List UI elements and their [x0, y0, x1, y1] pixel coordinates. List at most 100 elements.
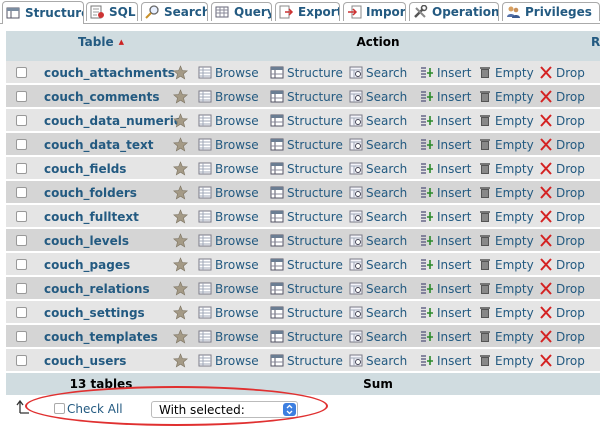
browse-action[interactable]: Browse	[198, 349, 259, 372]
insert-action[interactable]: Insert	[420, 61, 471, 84]
structure-action[interactable]: Structure	[270, 205, 343, 228]
row-checkbox[interactable]	[16, 187, 27, 198]
insert-action[interactable]: Insert	[420, 157, 471, 180]
browse-action[interactable]: Browse	[198, 181, 259, 204]
empty-action[interactable]: Empty	[478, 205, 534, 228]
favorite-star-icon[interactable]	[173, 253, 188, 276]
favorite-star-icon[interactable]	[173, 157, 188, 180]
table-name-link[interactable]: couch_data_text	[44, 138, 153, 152]
favorite-star-icon[interactable]	[173, 301, 188, 324]
structure-action[interactable]: Structure	[270, 349, 343, 372]
empty-action[interactable]: Empty	[478, 325, 534, 348]
structure-action[interactable]: Structure	[270, 229, 343, 252]
tab-sql[interactable]: SQL	[86, 2, 138, 21]
drop-action[interactable]: Drop	[539, 205, 585, 228]
search-action[interactable]: Search	[349, 349, 407, 372]
insert-action[interactable]: Insert	[420, 205, 471, 228]
row-checkbox[interactable]	[16, 91, 27, 102]
favorite-star-icon[interactable]	[173, 325, 188, 348]
favorite-star-icon[interactable]	[173, 133, 188, 156]
insert-action[interactable]: Insert	[420, 229, 471, 252]
favorite-star-icon[interactable]	[173, 109, 188, 132]
insert-action[interactable]: Insert	[420, 253, 471, 276]
drop-action[interactable]: Drop	[539, 133, 585, 156]
favorite-star-icon[interactable]	[173, 229, 188, 252]
table-header-label[interactable]: Table	[78, 35, 114, 49]
structure-action[interactable]: Structure	[270, 109, 343, 132]
insert-action[interactable]: Insert	[420, 325, 471, 348]
table-name-link[interactable]: couch_folders	[44, 186, 137, 200]
structure-action[interactable]: Structure	[270, 133, 343, 156]
empty-action[interactable]: Empty	[478, 301, 534, 324]
empty-action[interactable]: Empty	[478, 181, 534, 204]
row-checkbox[interactable]	[16, 139, 27, 150]
drop-action[interactable]: Drop	[539, 229, 585, 252]
browse-action[interactable]: Browse	[198, 301, 259, 324]
drop-action[interactable]: Drop	[539, 157, 585, 180]
favorite-star-icon[interactable]	[173, 85, 188, 108]
browse-action[interactable]: Browse	[198, 325, 259, 348]
tab-query[interactable]: Query	[211, 2, 272, 21]
browse-action[interactable]: Browse	[198, 109, 259, 132]
table-name-link[interactable]: couch_fulltext	[44, 210, 139, 224]
row-checkbox[interactable]	[16, 355, 27, 366]
search-action[interactable]: Search	[349, 253, 407, 276]
empty-action[interactable]: Empty	[478, 157, 534, 180]
table-name-link[interactable]: couch_levels	[44, 234, 129, 248]
insert-action[interactable]: Insert	[420, 181, 471, 204]
table-name-link[interactable]: couch_templates	[44, 330, 158, 344]
insert-action[interactable]: Insert	[420, 301, 471, 324]
tab-structure[interactable]: Structure	[2, 1, 84, 24]
drop-action[interactable]: Drop	[539, 181, 585, 204]
search-action[interactable]: Search	[349, 181, 407, 204]
row-checkbox[interactable]	[16, 163, 27, 174]
structure-action[interactable]: Structure	[270, 301, 343, 324]
drop-action[interactable]: Drop	[539, 109, 585, 132]
browse-action[interactable]: Browse	[198, 133, 259, 156]
insert-action[interactable]: Insert	[420, 133, 471, 156]
structure-action[interactable]: Structure	[270, 253, 343, 276]
structure-action[interactable]: Structure	[270, 61, 343, 84]
table-name-link[interactable]: couch_pages	[44, 258, 130, 272]
row-checkbox[interactable]	[16, 115, 27, 126]
table-name-link[interactable]: couch_fields	[44, 162, 126, 176]
empty-action[interactable]: Empty	[478, 229, 534, 252]
search-action[interactable]: Search	[349, 109, 407, 132]
row-checkbox[interactable]	[16, 331, 27, 342]
browse-action[interactable]: Browse	[198, 253, 259, 276]
drop-action[interactable]: Drop	[539, 349, 585, 372]
tab-export[interactable]: Export	[275, 2, 340, 21]
browse-action[interactable]: Browse	[198, 61, 259, 84]
drop-action[interactable]: Drop	[539, 85, 585, 108]
favorite-star-icon[interactable]	[173, 277, 188, 300]
table-column-header[interactable]: Table ▲	[34, 31, 168, 61]
tab-search[interactable]: Search	[141, 2, 208, 21]
insert-action[interactable]: Insert	[420, 85, 471, 108]
row-checkbox[interactable]	[16, 283, 27, 294]
empty-action[interactable]: Empty	[478, 109, 534, 132]
search-action[interactable]: Search	[349, 157, 407, 180]
empty-action[interactable]: Empty	[478, 61, 534, 84]
browse-action[interactable]: Browse	[198, 85, 259, 108]
favorite-star-icon[interactable]	[173, 181, 188, 204]
table-name-link[interactable]: couch_comments	[44, 90, 159, 104]
structure-action[interactable]: Structure	[270, 277, 343, 300]
insert-action[interactable]: Insert	[420, 109, 471, 132]
structure-action[interactable]: Structure	[270, 157, 343, 180]
search-action[interactable]: Search	[349, 325, 407, 348]
table-name-link[interactable]: couch_users	[44, 354, 126, 368]
search-action[interactable]: Search	[349, 301, 407, 324]
rows-header-label[interactable]: R	[591, 35, 600, 49]
structure-action[interactable]: Structure	[270, 85, 343, 108]
empty-action[interactable]: Empty	[478, 133, 534, 156]
empty-action[interactable]: Empty	[478, 277, 534, 300]
row-checkbox[interactable]	[16, 259, 27, 270]
browse-action[interactable]: Browse	[198, 157, 259, 180]
tab-operations[interactable]: Operations	[409, 2, 499, 21]
favorite-star-icon[interactable]	[173, 205, 188, 228]
drop-action[interactable]: Drop	[539, 253, 585, 276]
search-action[interactable]: Search	[349, 229, 407, 252]
search-action[interactable]: Search	[349, 85, 407, 108]
favorite-star-icon[interactable]	[173, 349, 188, 372]
tab-import[interactable]: Import	[343, 2, 406, 21]
